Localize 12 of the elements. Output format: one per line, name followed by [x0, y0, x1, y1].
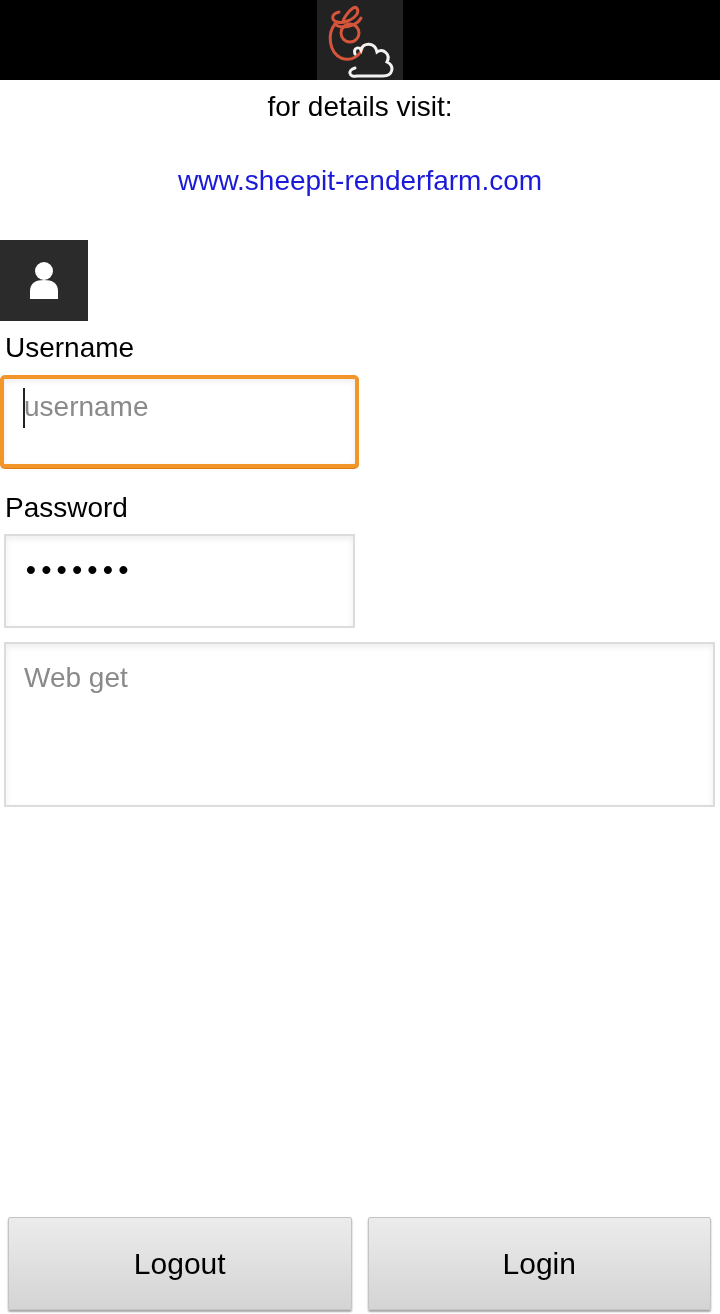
password-field[interactable]: •••••••	[4, 534, 355, 628]
username-field[interactable]: username	[0, 375, 359, 468]
person-icon	[27, 260, 61, 301]
website-link[interactable]: www.sheepit-renderfarm.com	[177, 165, 543, 197]
logo-icon	[317, 0, 403, 80]
text-cursor-icon	[23, 388, 25, 428]
details-text: for details visit:	[267, 91, 453, 123]
username-label: Username	[5, 332, 135, 364]
password-label: Password	[5, 492, 128, 524]
action-button[interactable]: Logout	[8, 1217, 352, 1310]
web-get-field[interactable]: Web get	[4, 642, 715, 807]
action-button[interactable]: Login	[367, 1217, 711, 1310]
